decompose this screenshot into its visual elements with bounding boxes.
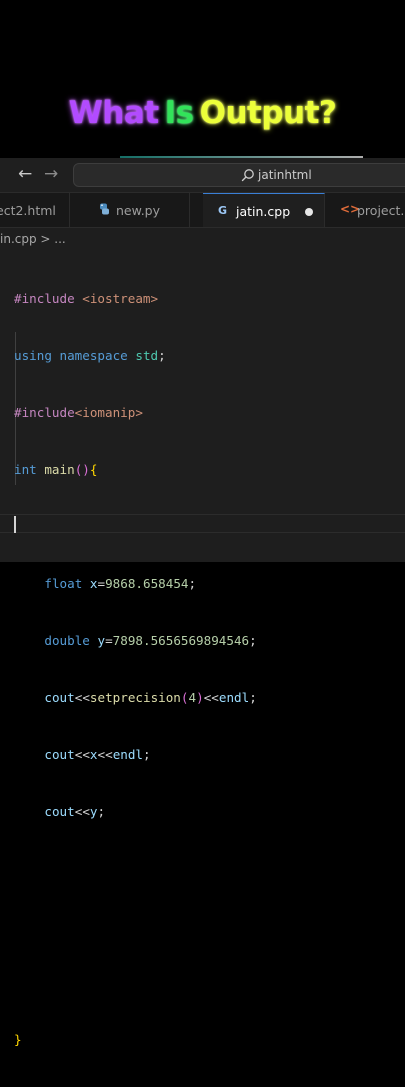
code-line-text: int main(){ <box>14 462 98 477</box>
code-area[interactable]: #include <iostream> using namespace std;… <box>14 251 404 1087</box>
code-line-text: cout<<x<<endl; <box>44 747 151 762</box>
tab-label: jatin.cpp <box>236 204 291 219</box>
code-line: #include <iostream> <box>14 289 404 308</box>
python-icon <box>100 203 109 215</box>
code-line: cout<<x<<endl; <box>14 745 404 764</box>
tab-label: ect2.html <box>0 203 56 218</box>
tab-ect2-html[interactable]: ect2.html <box>0 193 70 227</box>
code-line: } <box>14 1030 404 1049</box>
headline-what: What <box>68 95 160 131</box>
code-line: #include<iomanip> <box>14 403 404 422</box>
search-text: jatinhtml <box>258 168 312 182</box>
tab-new-py[interactable]: new.py <box>85 193 190 227</box>
code-line-text: double y=7898.5656569894546; <box>44 633 257 648</box>
code-line-text: cout<<setprecision(4)<<endl; <box>44 690 257 705</box>
tab-bar: ect2.html new.py G jatin.cpp <> project.… <box>0 193 405 228</box>
arrow-left-icon[interactable]: ← <box>18 164 32 184</box>
headline: What Is Output? <box>0 95 405 131</box>
code-editor-window: ← → jatinhtml ect2.html new.py G jatin.c… <box>0 158 405 1047</box>
headline-is: Is <box>164 95 195 131</box>
code-line-text: #include<iomanip> <box>14 405 143 420</box>
title-bar: ← → jatinhtml <box>0 158 405 193</box>
code-line-text: } <box>14 1032 22 1047</box>
tab-project-html[interactable]: <> project.h <box>327 193 405 227</box>
unsaved-dot-icon[interactable] <box>305 208 313 216</box>
code-line: double y=7898.5656569894546; <box>14 631 404 650</box>
breadcrumb[interactable]: in.cpp > ... <box>0 232 66 248</box>
code-line-text: using namespace std; <box>14 348 166 363</box>
code-line: cout<<setprecision(4)<<endl; <box>14 688 404 707</box>
tab-label: project.h <box>357 203 405 218</box>
search-icon <box>241 169 254 182</box>
arrow-right-icon[interactable]: → <box>44 164 58 184</box>
code-line-text: #include <iostream> <box>14 291 159 306</box>
code-line: cout<<y; <box>14 802 404 821</box>
headline-output: Output? <box>199 95 337 131</box>
code-line: using namespace std; <box>14 346 404 365</box>
code-line-text: cout<<y; <box>44 804 106 819</box>
code-line: int main(){ <box>14 460 404 479</box>
code-line-text: float x=9868.658454; <box>44 576 197 591</box>
tab-jatin-cpp[interactable]: G jatin.cpp <box>203 193 325 227</box>
code-line: float x=9868.658454; <box>14 574 404 593</box>
cpp-icon: G <box>218 204 228 217</box>
tab-label: new.py <box>116 203 160 218</box>
text-cursor <box>14 516 16 533</box>
command-center-search[interactable]: jatinhtml <box>73 163 405 187</box>
